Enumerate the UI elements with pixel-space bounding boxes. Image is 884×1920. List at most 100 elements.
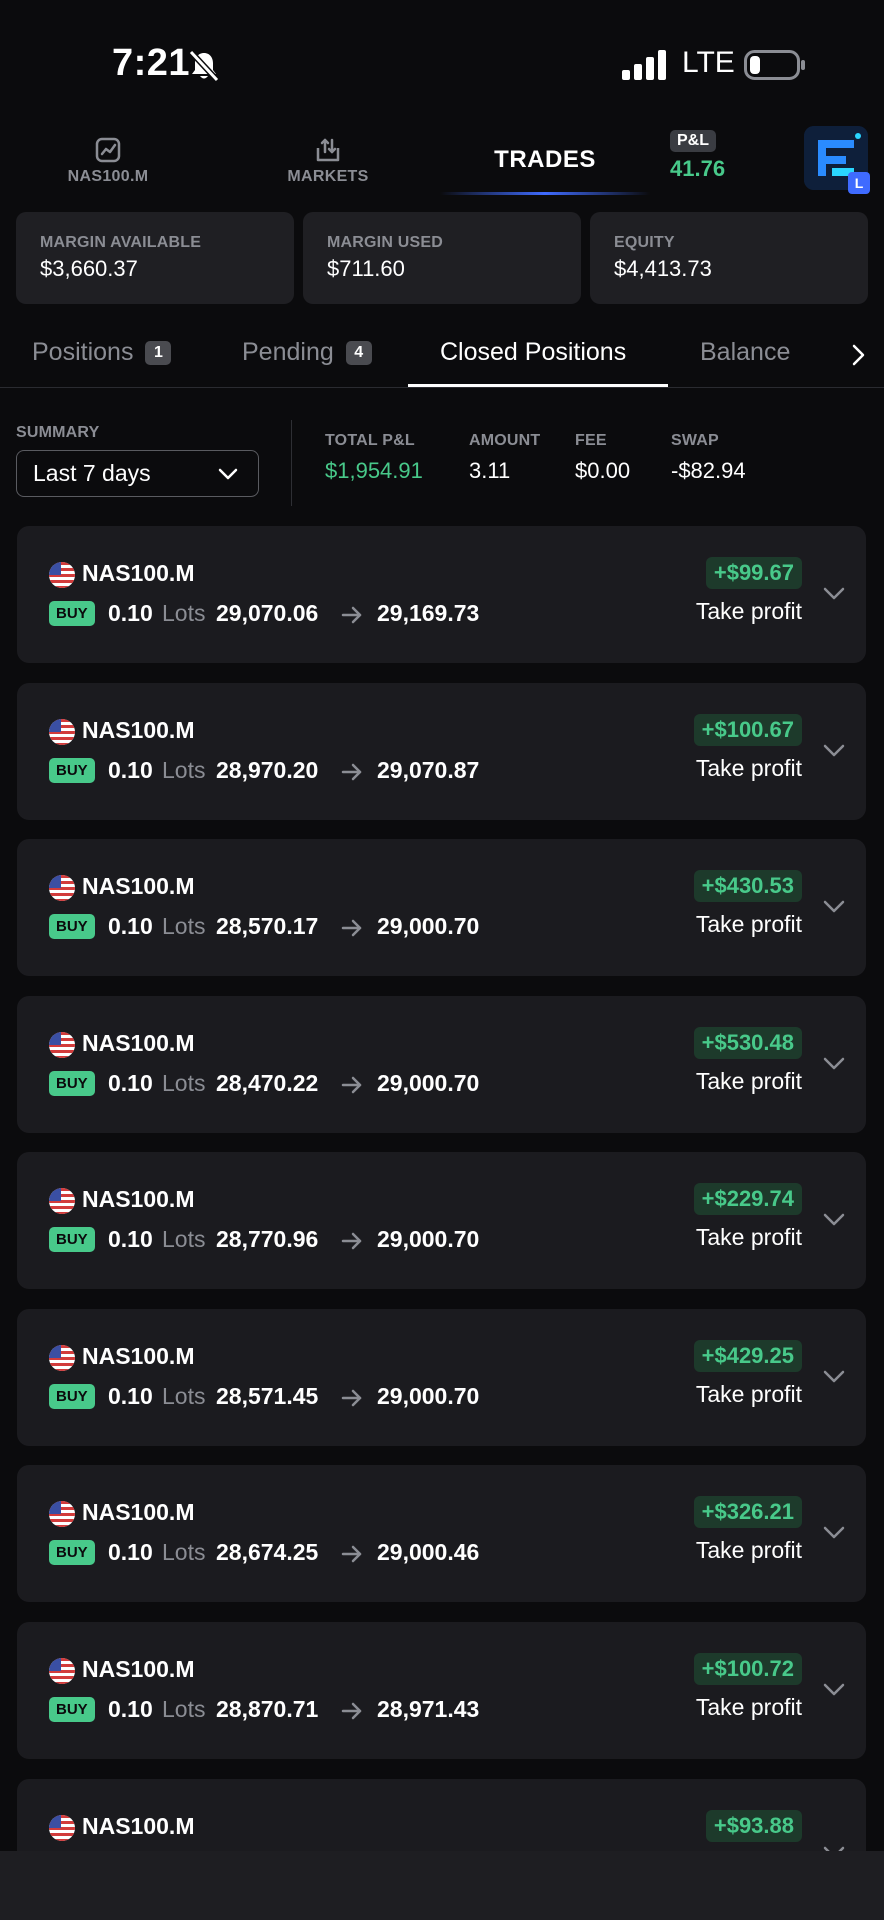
lots-label: Lots	[162, 1696, 206, 1722]
position-pnl: +$93.88	[705, 1810, 802, 1842]
tab-balance[interactable]: Balance	[700, 338, 790, 367]
close-reason: Take profit	[695, 1694, 802, 1720]
close-price: 29,169.73	[377, 600, 480, 626]
summary-section: SUMMARY Last 7 days TOTAL P&L $1,954.91 …	[0, 412, 884, 512]
amount-stat: AMOUNT 3.11	[469, 432, 540, 484]
position-symbol: NAS100.M	[82, 717, 195, 743]
arrow-right-icon	[341, 919, 362, 937]
stat-label: SWAP	[671, 432, 719, 449]
stat-value: 3.11	[469, 458, 511, 483]
chevron-down-icon[interactable]	[822, 1212, 846, 1228]
metric-value: $4,413.73	[614, 256, 712, 281]
bottom-bar	[0, 1851, 884, 1920]
nav-trades[interactable]: TRADES	[440, 146, 650, 174]
stat-value: -$82.94	[671, 458, 746, 483]
close-reason: Take profit	[695, 1068, 802, 1094]
close-price: 29,000.46	[377, 1539, 480, 1565]
tab-label: Closed Positions	[440, 338, 627, 366]
position-card[interactable]: NAS100.M BUY 0.10 Lots 28,570.17 29,000.…	[17, 839, 866, 976]
lots-label: Lots	[162, 1070, 206, 1096]
close-reason: Take profit	[695, 1537, 802, 1563]
chevron-down-icon[interactable]	[822, 586, 846, 602]
cellular-signal-icon	[622, 50, 666, 80]
bell-muted-icon	[188, 49, 220, 83]
us-flag-icon	[49, 1501, 75, 1527]
position-symbol: NAS100.M	[82, 1813, 195, 1839]
margin-used-card: MARGIN USED $711.60	[303, 212, 581, 304]
chevron-down-icon[interactable]	[822, 899, 846, 915]
position-card[interactable]: NAS100.M BUY 0.10 Lots 28,470.22 29,000.…	[17, 996, 866, 1133]
nav-active-indicator	[440, 192, 650, 195]
open-price: 28,674.25	[216, 1539, 319, 1565]
margin-available-card: MARGIN AVAILABLE $3,660.37	[16, 212, 294, 304]
tab-closed-positions[interactable]: Closed Positions	[440, 338, 626, 367]
chevron-right-icon[interactable]	[848, 340, 870, 370]
position-card[interactable]: NAS100.M BUY 0.10 Lots 28,770.96 29,000.…	[17, 1152, 866, 1289]
open-price: 28,470.22	[216, 1070, 319, 1096]
position-symbol: NAS100.M	[82, 1343, 195, 1369]
position-lots: 0.10	[108, 600, 153, 626]
close-price: 29,000.70	[377, 1070, 480, 1096]
side-badge: BUY	[49, 1071, 95, 1096]
tab-active-indicator	[408, 384, 668, 387]
us-flag-icon	[49, 875, 75, 901]
nav-nas100[interactable]: NAS100.M	[58, 136, 158, 186]
nav-label: MARKETS	[287, 168, 369, 185]
lots-label: Lots	[162, 757, 206, 783]
position-card[interactable]: NAS100.M BUY 0.10 Lots 29,070.06 29,169.…	[17, 526, 866, 663]
close-reason: Take profit	[695, 598, 802, 624]
tab-label: Pending	[242, 338, 334, 366]
position-lots: 0.10	[108, 1539, 153, 1565]
arrow-right-icon	[341, 1232, 362, 1250]
open-price: 28,570.17	[216, 913, 319, 939]
position-lots: 0.10	[108, 1070, 153, 1096]
lots-label: Lots	[162, 913, 206, 939]
swap-stat: SWAP -$82.94	[671, 432, 746, 484]
us-flag-icon	[49, 1815, 75, 1841]
close-reason: Take profit	[695, 1381, 802, 1407]
position-symbol: NAS100.M	[82, 1186, 195, 1212]
period-select[interactable]: Last 7 days	[16, 450, 259, 497]
open-price: 28,970.20	[216, 757, 319, 783]
battery-icon	[744, 50, 805, 80]
open-price: 28,770.96	[216, 1226, 319, 1252]
tab-pending[interactable]: Pending 4	[242, 338, 372, 367]
nav-markets[interactable]: MARKETS	[278, 136, 378, 186]
top-navigation: NAS100.M MARKETS TRADES P&L 41.76 L	[0, 118, 884, 196]
us-flag-icon	[49, 719, 75, 745]
stat-value: $1,954.91	[325, 458, 423, 483]
position-card[interactable]: NAS100.M BUY 0.10 Lots 28,870.71 28,971.…	[17, 1622, 866, 1759]
side-badge: BUY	[49, 1384, 95, 1409]
position-card[interactable]: NAS100.M BUY 0.10 Lots 28,674.25 29,000.…	[17, 1465, 866, 1602]
side-badge: BUY	[49, 601, 95, 626]
arrow-right-icon	[341, 1702, 362, 1720]
us-flag-icon	[49, 1658, 75, 1684]
period-select-value: Last 7 days	[33, 460, 151, 486]
chevron-down-icon[interactable]	[822, 1369, 846, 1385]
equity-card: EQUITY $4,413.73	[590, 212, 868, 304]
position-lots: 0.10	[108, 913, 153, 939]
position-card[interactable]: NAS100.M BUY 0.10 Lots 28,970.20 29,070.…	[17, 683, 866, 820]
position-pnl: +$429.25	[693, 1340, 802, 1372]
clock: 7:21	[112, 42, 191, 84]
close-price: 29,000.70	[377, 1226, 480, 1252]
divider	[291, 420, 292, 506]
tab-positions[interactable]: Positions 1	[32, 338, 172, 367]
position-pnl: +$99.67	[705, 557, 802, 589]
chart-icon	[95, 137, 121, 163]
chevron-down-icon[interactable]	[822, 1682, 846, 1698]
arrow-right-icon	[341, 1389, 362, 1407]
close-reason: Take profit	[695, 1224, 802, 1250]
chevron-down-icon[interactable]	[822, 743, 846, 759]
us-flag-icon	[49, 1345, 75, 1371]
close-price: 29,000.70	[377, 913, 480, 939]
position-symbol: NAS100.M	[82, 560, 195, 586]
position-pnl: +$430.53	[693, 870, 802, 902]
position-card[interactable]: NAS100.M BUY 0.10 Lots 28,571.45 29,000.…	[17, 1309, 866, 1446]
chevron-down-icon[interactable]	[822, 1056, 846, 1072]
tab-label: Balance	[700, 338, 791, 366]
metric-label: MARGIN AVAILABLE	[40, 234, 202, 251]
chevron-down-icon[interactable]	[822, 1525, 846, 1541]
position-symbol: NAS100.M	[82, 1499, 195, 1525]
arrow-right-icon	[341, 763, 362, 781]
